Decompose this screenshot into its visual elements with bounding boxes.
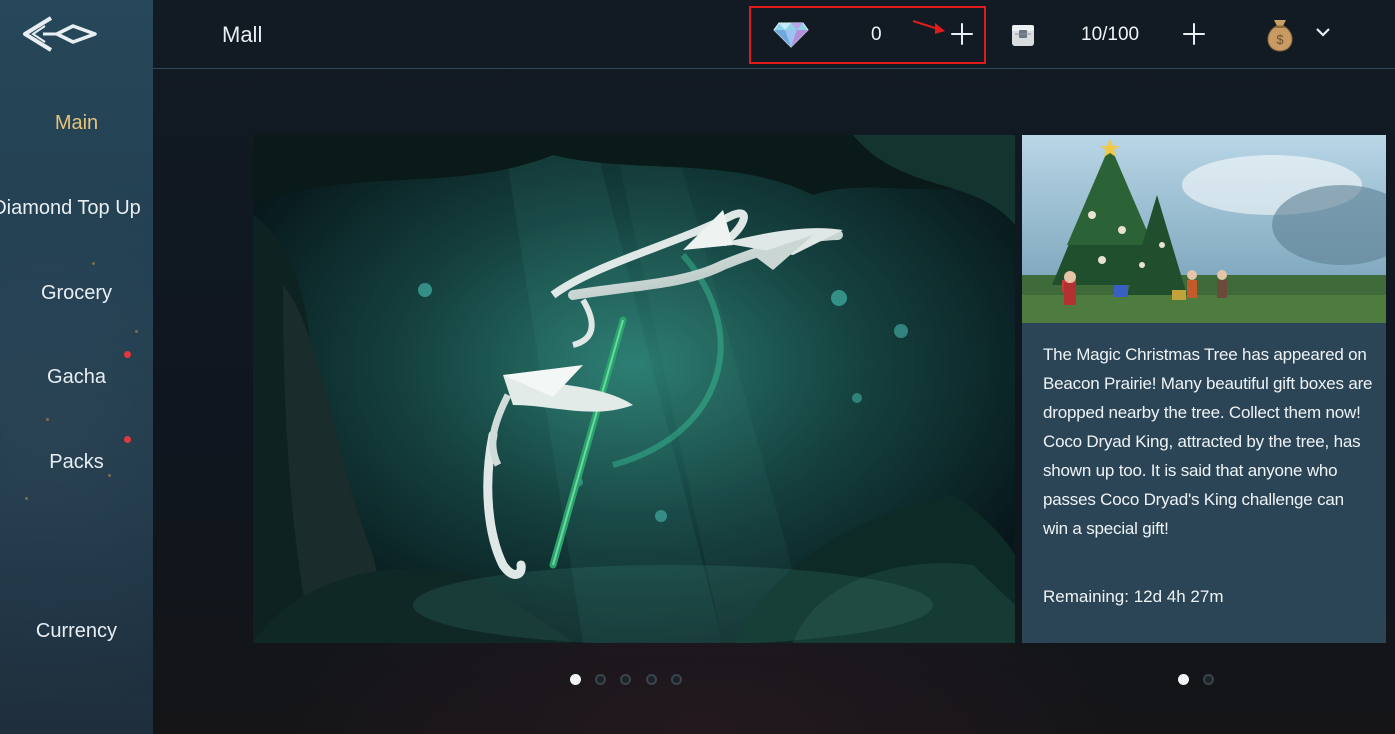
sparkle-decoration bbox=[25, 497, 28, 500]
svg-text:$: $ bbox=[1276, 32, 1284, 47]
back-button[interactable] bbox=[15, 12, 99, 56]
sidebar-item-label: Gacha bbox=[47, 365, 106, 388]
back-arrow-icon bbox=[23, 16, 97, 52]
chevron-down-icon[interactable] bbox=[1315, 26, 1331, 38]
sparkle-decoration bbox=[92, 262, 95, 265]
money-bag-icon[interactable]: $ bbox=[1261, 14, 1299, 54]
sidebar-item-label: Grocery bbox=[40, 281, 113, 304]
sidebar-item-grocery[interactable]: Grocery bbox=[0, 273, 153, 313]
banner-page-dot-1[interactable] bbox=[570, 674, 581, 685]
sidebar-item-label: Main bbox=[54, 111, 99, 134]
storage-count: 10/100 bbox=[1081, 24, 1140, 45]
sparkle-decoration bbox=[46, 418, 49, 421]
sidebar: Main Diamond Top Up Grocery Gacha Packs … bbox=[0, 0, 153, 734]
sparkle-decoration bbox=[135, 330, 138, 333]
sidebar-item-label: Currency bbox=[35, 619, 118, 642]
banner-page-dot-3[interactable] bbox=[620, 674, 631, 685]
featured-bow-artwork bbox=[253, 135, 1015, 643]
storage-chest-icon bbox=[1010, 21, 1036, 49]
banner-page-dot-4[interactable] bbox=[646, 674, 657, 685]
sidebar-item-label: Packs bbox=[49, 450, 104, 473]
featured-banner[interactable] bbox=[253, 135, 1015, 643]
event-image bbox=[1022, 135, 1386, 323]
add-diamond-button[interactable] bbox=[948, 20, 976, 48]
sidebar-item-label: Diamond Top Up bbox=[0, 196, 141, 219]
top-bar: Mall 0 10/100 $ bbox=[153, 0, 1395, 69]
event-page-dot-2[interactable] bbox=[1203, 674, 1214, 685]
event-page-dot-1[interactable] bbox=[1178, 674, 1189, 685]
diamond-count: 0 bbox=[871, 24, 882, 45]
page-title: Mall bbox=[222, 22, 263, 47]
sidebar-item-currency[interactable]: Currency bbox=[0, 611, 153, 651]
sidebar-item-diamond-top-up[interactable]: Diamond Top Up bbox=[0, 188, 153, 228]
add-storage-button[interactable] bbox=[1180, 20, 1208, 48]
sidebar-item-packs[interactable]: Packs bbox=[0, 442, 153, 482]
banner-page-dot-5[interactable] bbox=[671, 674, 682, 685]
event-remaining-time: Remaining: 12d 4h 27m bbox=[1043, 587, 1224, 606]
banner-page-dot-2[interactable] bbox=[595, 674, 606, 685]
event-description: The Magic Christmas Tree has appeared on… bbox=[1043, 345, 1373, 538]
diamond-icon bbox=[773, 19, 809, 49]
event-card[interactable]: The Magic Christmas Tree has appeared on… bbox=[1022, 135, 1386, 643]
sidebar-item-gacha[interactable]: Gacha bbox=[0, 357, 153, 397]
red-arrow-annotation-icon bbox=[912, 20, 945, 34]
packs-notification-dot bbox=[124, 436, 131, 443]
christmas-tree-artwork bbox=[1022, 135, 1386, 323]
sidebar-item-main[interactable]: Main bbox=[0, 103, 153, 143]
gacha-notification-dot bbox=[124, 351, 131, 358]
